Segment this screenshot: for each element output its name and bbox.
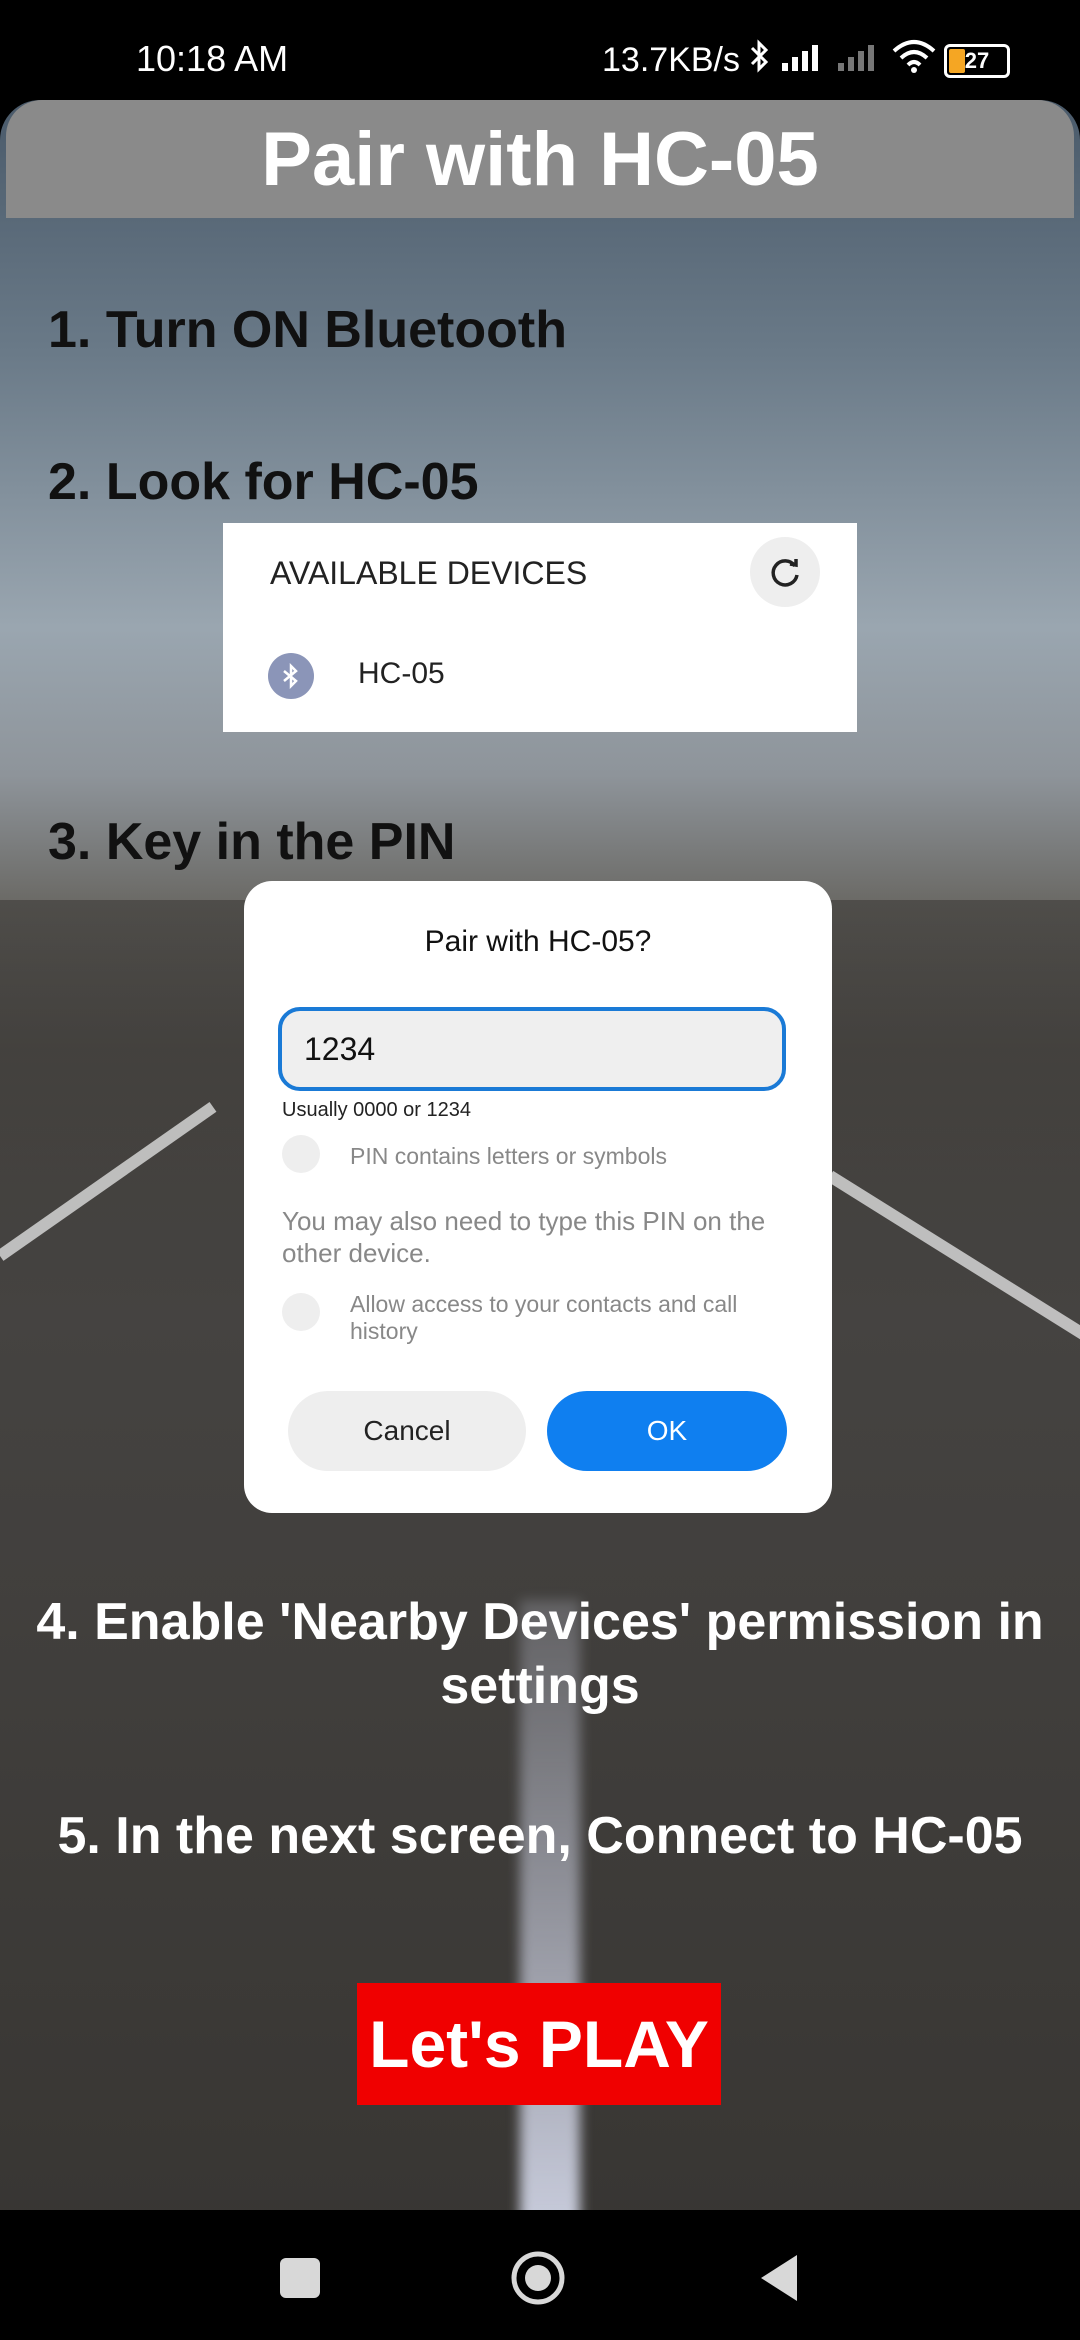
cancel-button[interactable]: Cancel: [288, 1391, 526, 1471]
step-1: 1. Turn ON Bluetooth: [48, 301, 567, 359]
page-title: Pair with HC-05: [261, 116, 819, 202]
pin-hint: Usually 0000 or 1234: [282, 1099, 472, 1121]
lets-play-button[interactable]: Let's PLAY: [357, 1983, 721, 2105]
bluetooth-icon: [268, 653, 314, 699]
contacts-access-label: Allow access to your contacts and call h…: [350, 1291, 738, 1344]
step-4: 4. Enable 'Nearby Devices' permission in…: [36, 1593, 1044, 1715]
ok-button[interactable]: OK: [547, 1391, 787, 1471]
dialog-title: Pair with HC-05?: [424, 925, 652, 958]
back-icon[interactable]: [757, 2251, 799, 2305]
step-3: 3. Key in the PIN: [48, 813, 456, 871]
step-2: 2. Look for HC-05: [48, 453, 479, 511]
devices-header: AVAILABLE DEVICES: [270, 555, 588, 591]
status-bar: 10:18 AM 13.7KB/s 27: [0, 0, 1080, 100]
pin-input[interactable]: [278, 1007, 786, 1091]
status-icons: 13.7KB/s 27: [602, 38, 1010, 83]
refresh-icon[interactable]: [750, 537, 820, 607]
contacts-access-checkbox[interactable]: [282, 1293, 320, 1331]
dialog-info-text: You may also need to type this PIN on th…: [282, 1206, 766, 1268]
step-5: 5. In the next screen, Connect to HC-05: [57, 1807, 1023, 1865]
signal-icon: [780, 41, 828, 80]
battery-icon: 27: [944, 43, 1010, 78]
wifi-icon: [892, 39, 936, 82]
title-bar: Pair with HC-05: [6, 100, 1074, 218]
bluetooth-icon: [748, 38, 772, 83]
home-icon[interactable]: [511, 2251, 565, 2305]
device-name[interactable]: HC-05: [358, 657, 445, 691]
pin-letters-label: PIN contains letters or symbols: [350, 1143, 668, 1169]
pin-letters-checkbox[interactable]: [282, 1135, 320, 1173]
battery-level: 27: [964, 47, 990, 73]
status-time: 10:18 AM: [136, 38, 289, 79]
net-speed: 13.7KB/s: [602, 41, 740, 79]
available-devices-card: AVAILABLE DEVICES HC-05: [223, 523, 857, 732]
recent-apps-icon[interactable]: [280, 2258, 320, 2298]
signal-off-icon: [836, 41, 884, 80]
pair-dialog: Pair with HC-05? Usually 0000 or 1234 PI…: [244, 881, 832, 1513]
